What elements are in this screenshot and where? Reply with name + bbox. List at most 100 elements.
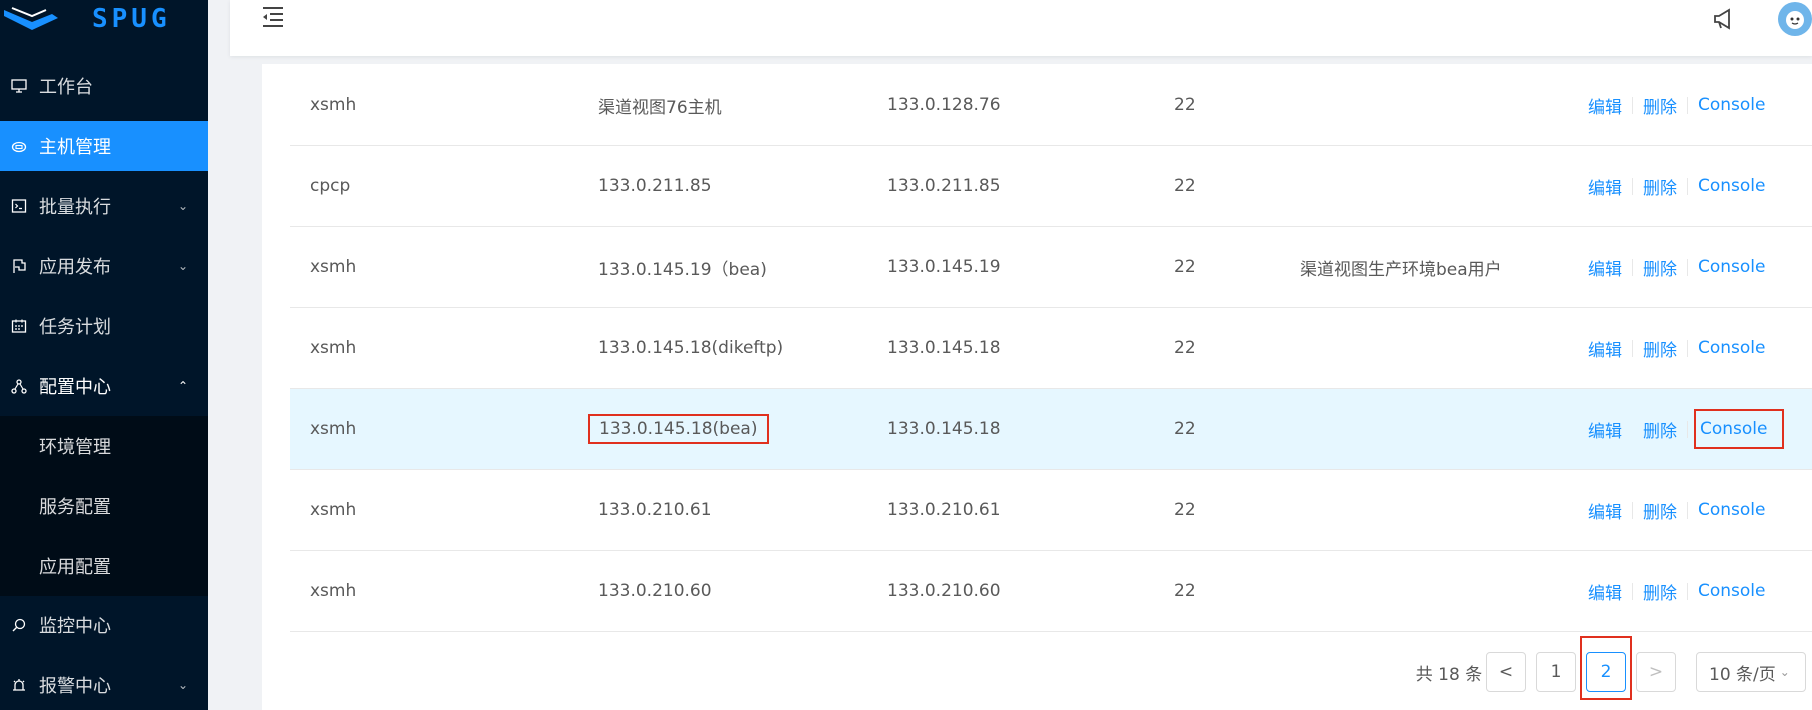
console-link[interactable]: Console (1698, 500, 1766, 520)
submenu-item-service-config[interactable]: 服务配置 (0, 481, 208, 531)
edit-link[interactable]: 编辑 (1588, 498, 1622, 523)
table-row: xsmh 133.0.145.19（bea) 133.0.145.19 22 渠… (290, 227, 1812, 308)
divider (1632, 501, 1633, 519)
divider (1632, 339, 1633, 357)
chevron-up-icon: ⌃ (177, 379, 188, 393)
table-row: xsmh 133.0.210.61 133.0.210.61 22 编辑 删除 … (290, 470, 1812, 551)
host-name-annotated: 133.0.145.18(bea) (588, 414, 769, 444)
logo-mark-icon (4, 7, 58, 30)
menu-item-task-plan[interactable]: 任务计划 (0, 301, 208, 351)
page-size-select[interactable]: 10 条/页 ⌄ (1696, 652, 1806, 692)
chevron-down-icon: ⌄ (177, 199, 188, 213)
edit-link[interactable]: 编辑 (1588, 255, 1622, 280)
code-icon (10, 197, 28, 215)
chevron-down-icon: ⌄ (177, 678, 188, 692)
divider (1687, 420, 1688, 438)
edit-link[interactable]: 编辑 (1588, 93, 1622, 118)
avatar[interactable] (1778, 2, 1812, 36)
delete-link[interactable]: 删除 (1643, 579, 1677, 604)
zone-cell: xsmh (310, 257, 357, 277)
divider (1632, 96, 1633, 114)
host-name-cell: 133.0.211.85 (598, 176, 712, 196)
console-link[interactable]: Console (1698, 95, 1766, 115)
port-cell: 22 (1174, 95, 1196, 115)
pagination-page-1[interactable]: 1 (1536, 652, 1576, 692)
page-size-value: 10 条/页 (1709, 664, 1776, 685)
divider (1632, 258, 1633, 276)
delete-link[interactable]: 删除 (1643, 93, 1677, 118)
menu-item-label: 任务计划 (39, 317, 111, 338)
table-row: xsmh 渠道视图76主机 133.0.128.76 22 编辑 删除 Cons… (290, 65, 1812, 146)
edit-link[interactable]: 编辑 (1588, 336, 1622, 361)
submenu-item-app-config[interactable]: 应用配置 (0, 541, 208, 591)
table-row: xsmh 133.0.145.18(dikeftp) 133.0.145.18 … (290, 308, 1812, 389)
menu-item-host-management[interactable]: 主机管理 (0, 121, 208, 171)
pagination-next-button[interactable]: > (1636, 652, 1676, 692)
deployment-icon (10, 377, 28, 395)
sidebar: SPUG 工作台 主机管理 批量执行 ⌄ 应用发布 ⌄ 任务计划 配置中心 ⌃ … (0, 0, 208, 710)
port-cell: 22 (1174, 176, 1196, 196)
ip-cell: 133.0.145.19 (887, 257, 1001, 277)
divider (1687, 501, 1688, 519)
menu-item-alert-center[interactable]: 报警中心 ⌄ (0, 660, 208, 710)
cloud-server-icon (10, 137, 28, 155)
actions-cell: 编辑 删除 Console (1588, 308, 1766, 388)
port-cell: 22 (1174, 581, 1196, 601)
top-header (230, 0, 1812, 56)
port-cell: 22 (1174, 500, 1196, 520)
pagination-prev-button[interactable]: < (1486, 652, 1526, 692)
table-row: cpcp 133.0.211.85 133.0.211.85 22 编辑 删除 … (290, 146, 1812, 227)
chevron-down-icon: ⌄ (1779, 665, 1790, 679)
host-name-cell: 渠道视图76主机 (598, 97, 722, 118)
menu-item-app-release[interactable]: 应用发布 ⌄ (0, 241, 208, 291)
flag-icon (10, 257, 28, 275)
edit-link[interactable]: 编辑 (1588, 417, 1622, 442)
console-link[interactable]: Console (1698, 581, 1766, 601)
menu-item-label: 监控中心 (39, 616, 111, 637)
actions-cell: 编辑 删除 Console (1588, 389, 1784, 469)
host-name-cell: 133.0.145.19（bea) (598, 259, 767, 280)
chevron-down-icon: ⌄ (177, 259, 188, 273)
console-link[interactable]: Console (1698, 338, 1766, 358)
notification-icon[interactable] (1712, 8, 1736, 30)
console-link[interactable]: Console (1698, 176, 1766, 196)
divider (1687, 177, 1688, 195)
desc-cell: 渠道视图生产环境bea用户 (1300, 259, 1502, 280)
schedule-icon (10, 317, 28, 335)
host-name-cell: 133.0.145.18(dikeftp) (598, 338, 784, 358)
edit-link[interactable]: 编辑 (1588, 579, 1622, 604)
actions-cell: 编辑 删除 Console (1588, 65, 1766, 145)
submenu-item-env[interactable]: 环境管理 (0, 421, 208, 471)
host-name-cell: 133.0.210.61 (598, 500, 712, 520)
menu-item-label: 报警中心 (39, 676, 111, 697)
zone-cell: xsmh (310, 338, 357, 358)
menu-item-workbench[interactable]: 工作台 (0, 61, 208, 111)
menu-item-label: 配置中心 (39, 377, 111, 398)
divider (1687, 258, 1688, 276)
delete-link[interactable]: 删除 (1643, 417, 1677, 442)
delete-link[interactable]: 删除 (1643, 174, 1677, 199)
port-cell: 22 (1174, 419, 1196, 439)
console-link[interactable]: Console (1698, 257, 1766, 277)
delete-link[interactable]: 删除 (1643, 255, 1677, 280)
delete-link[interactable]: 删除 (1643, 336, 1677, 361)
divider (1687, 339, 1688, 357)
zone-cell: xsmh (310, 419, 357, 439)
edit-link[interactable]: 编辑 (1588, 174, 1622, 199)
menu-item-monitor-center[interactable]: 监控中心 (0, 600, 208, 650)
zone-cell: xsmh (310, 500, 357, 520)
divider (1687, 582, 1688, 600)
divider (1687, 96, 1688, 114)
host-name-cell: 133.0.210.60 (598, 581, 712, 601)
menu-item-batch-exec[interactable]: 批量执行 ⌄ (0, 181, 208, 231)
menu-fold-icon[interactable] (260, 4, 286, 30)
ip-cell: 133.0.210.61 (887, 500, 1001, 520)
console-link[interactable]: Console (1694, 409, 1784, 449)
zone-cell: xsmh (310, 581, 357, 601)
annotation-box (1580, 636, 1632, 700)
ip-cell: 133.0.145.18 (887, 419, 1001, 439)
monitor-icon (10, 616, 28, 634)
ip-cell: 133.0.145.18 (887, 338, 1001, 358)
delete-link[interactable]: 删除 (1643, 498, 1677, 523)
menu-item-config-center[interactable]: 配置中心 ⌃ (0, 361, 208, 411)
